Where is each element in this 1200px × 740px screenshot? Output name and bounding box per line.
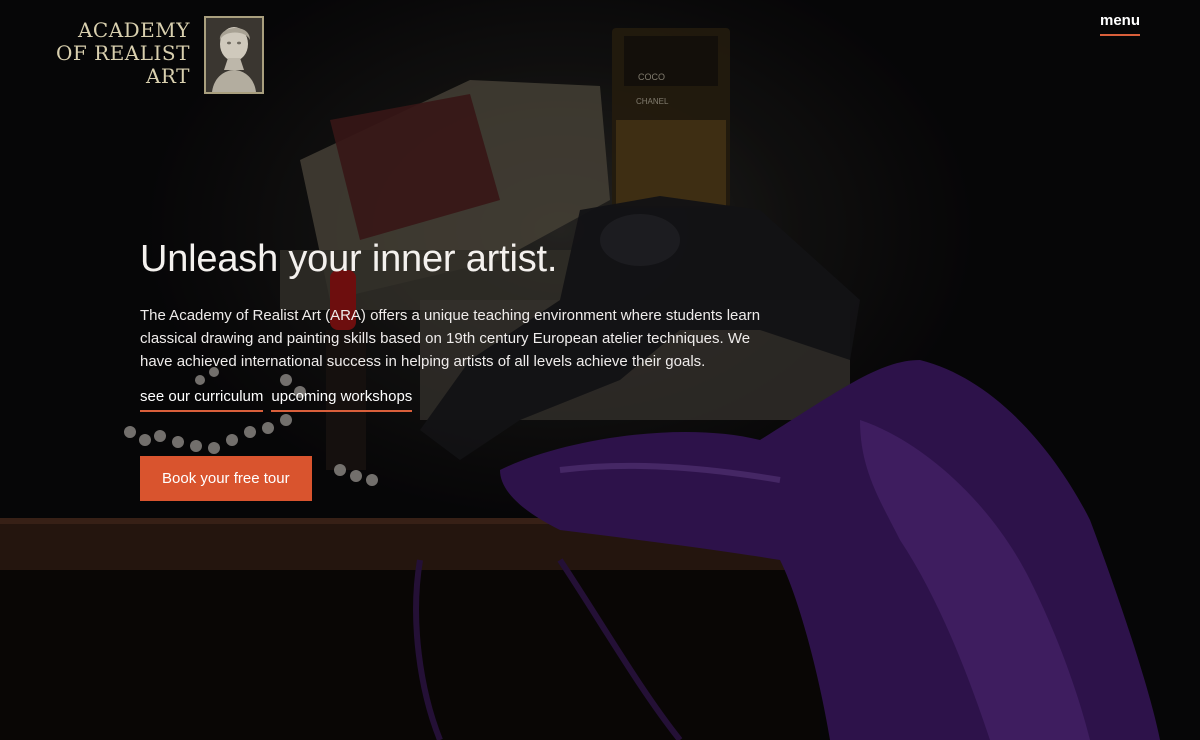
book-tour-button[interactable]: Book your free tour (140, 456, 312, 501)
hero-links: see our curriculum upcoming workshops (140, 388, 780, 412)
hero-headline: Unleash your inner artist. (140, 238, 558, 280)
logo-line: OF REALIST (56, 41, 190, 65)
classical-bust-icon (203, 16, 264, 94)
curriculum-link[interactable]: see our curriculum (140, 388, 264, 412)
site-logo[interactable]: ACADEMY OF REALIST ART (56, 16, 264, 94)
hero-content: Unleash your inner artist. The Academy o… (140, 236, 780, 501)
menu-button[interactable]: menu (1099, 12, 1140, 36)
workshops-link[interactable]: upcoming workshops (271, 388, 413, 412)
logo-line: ART (145, 64, 190, 88)
logo-wordmark: ACADEMY OF REALIST ART (56, 16, 190, 88)
logo-line: ACADEMY (77, 18, 190, 42)
hero-intro-text: The Academy of Realist Art (ARA) offers … (140, 307, 761, 370)
